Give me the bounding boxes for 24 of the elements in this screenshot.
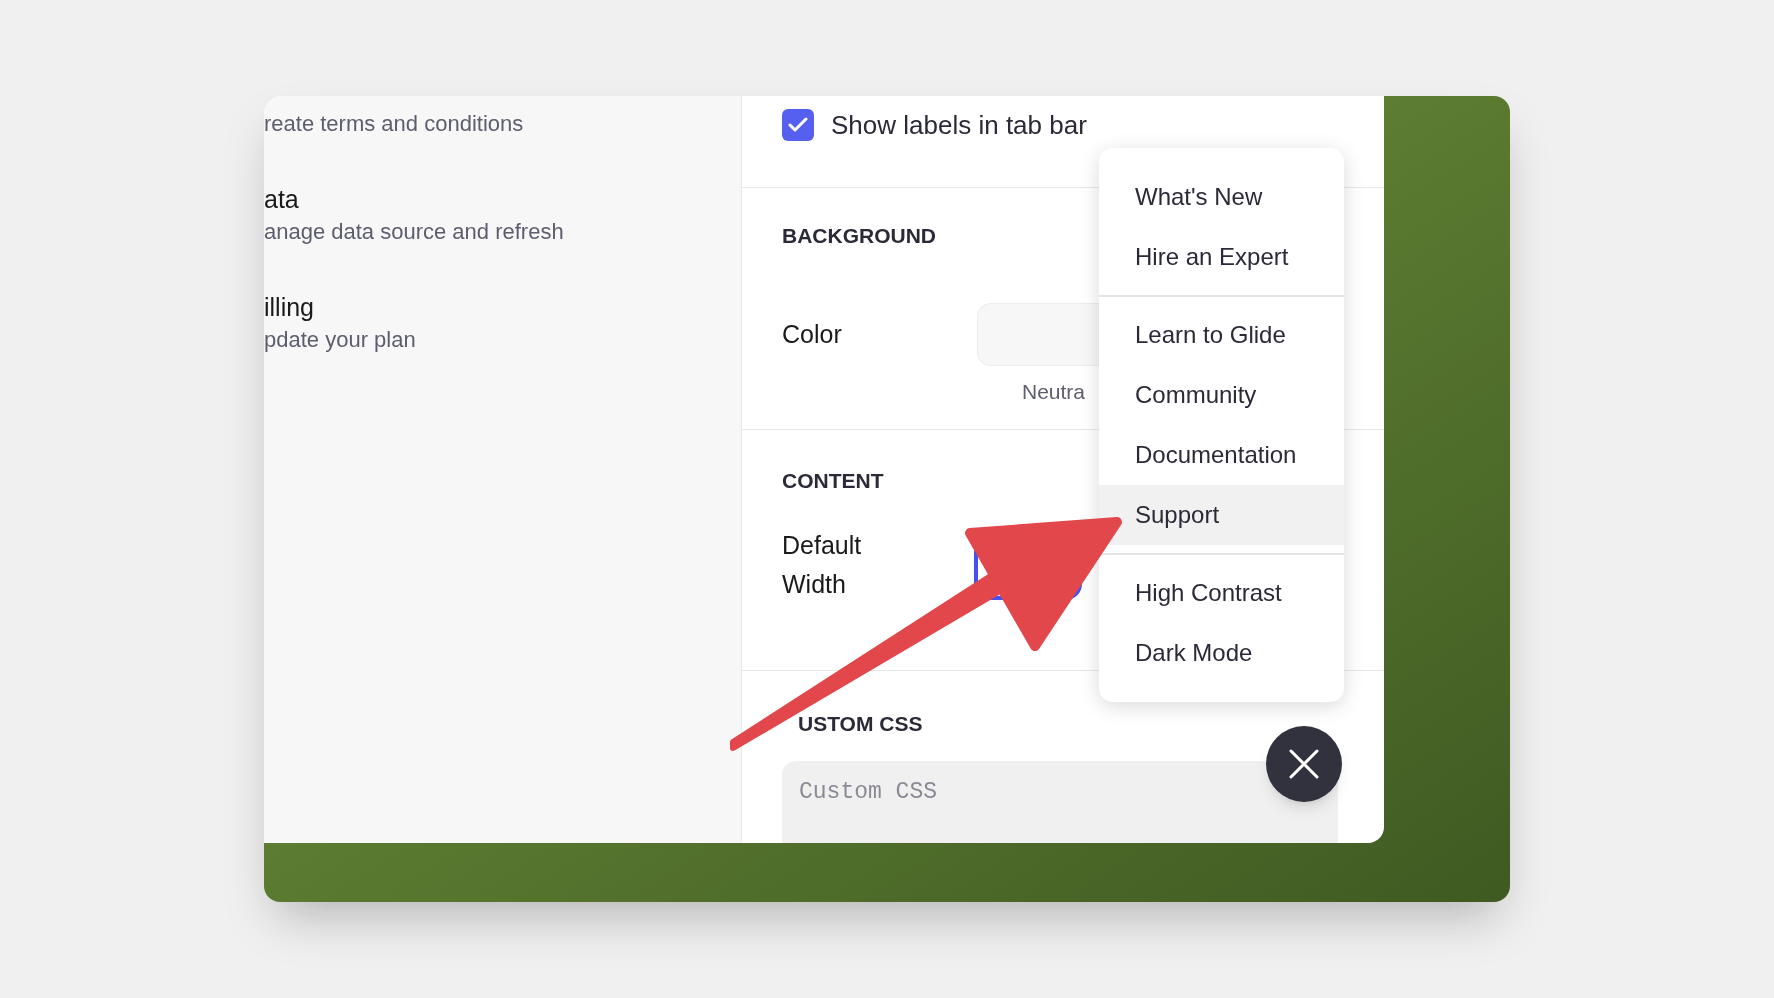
menu-item[interactable]: Community <box>1099 365 1344 425</box>
section-heading: BACKGROUND <box>782 223 936 249</box>
menu-item[interactable]: What's New <box>1099 167 1344 227</box>
check-icon <box>788 117 808 133</box>
menu-item[interactable]: Dark Mode <box>1099 623 1344 683</box>
sidebar-item-description: anage data source and refresh <box>264 218 565 246</box>
field-label: Default Width <box>782 530 863 600</box>
custom-css-field[interactable]: Custom CSS <box>782 761 1338 843</box>
sidebar-item-title[interactable]: ata <box>264 182 741 216</box>
menu-item[interactable]: Hire an Expert <box>1099 227 1344 287</box>
menu-item[interactable]: High Contrast <box>1099 563 1344 623</box>
section-heading: CONTENT <box>782 468 884 494</box>
sidebar-item-description: reate terms and conditions <box>264 110 525 138</box>
checkbox[interactable] <box>782 109 814 141</box>
close-icon <box>1288 748 1320 780</box>
color-caption: Neutra <box>1022 379 1086 405</box>
menu-item[interactable]: Learn to Glide <box>1099 305 1344 365</box>
sidebar-item-title[interactable]: illing <box>264 290 741 324</box>
field-label: Color <box>782 318 843 350</box>
sidebar-item-description: pdate your plan <box>264 326 417 354</box>
section-heading: USTOM CSS <box>798 711 923 737</box>
menu-item[interactable]: Documentation <box>1099 425 1344 485</box>
checkbox-label: Show labels in tab bar <box>831 109 1087 141</box>
menu-item[interactable]: Support <box>1099 485 1344 545</box>
